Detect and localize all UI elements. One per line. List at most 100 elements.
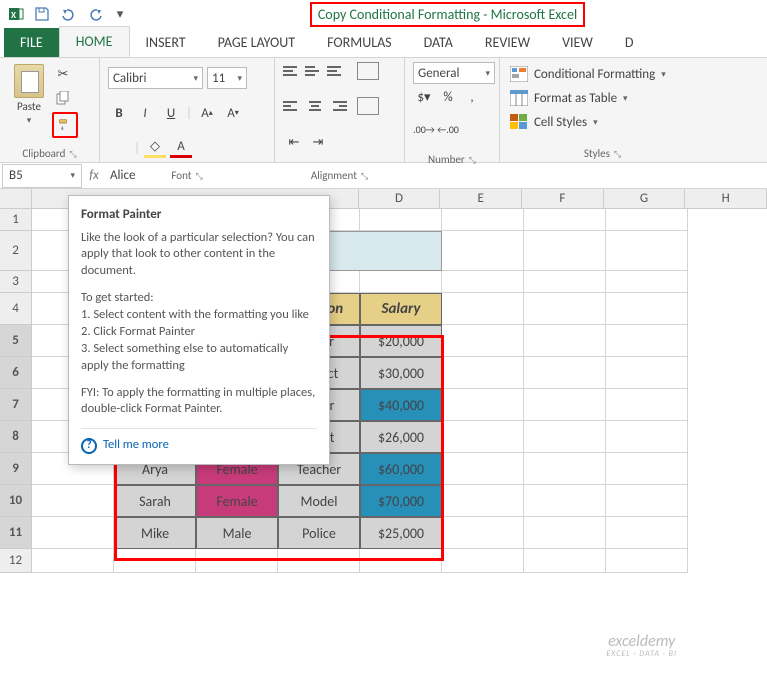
table-cell[interactable]: Mike <box>114 517 196 549</box>
number-format-select[interactable]: General▾ <box>413 62 495 84</box>
window-title: Copy Conditional Formatting - Microsoft … <box>136 6 759 23</box>
tab-formulas[interactable]: FORMULAS <box>311 28 408 57</box>
font-color-button[interactable]: A <box>170 138 192 158</box>
cell-styles-icon <box>510 114 528 130</box>
italic-button[interactable]: I <box>134 103 156 123</box>
group-label-styles: Styles <box>510 147 695 160</box>
watermark: exceldemy EXCEL · DATA · BI <box>606 633 677 659</box>
group-font: Calibri▾ 11▾ B I U | A▴ A▾ | ◇ A Font <box>100 58 275 162</box>
undo-icon[interactable] <box>60 6 76 22</box>
table-cell[interactable]: Police <box>278 517 360 549</box>
row-header[interactable]: 11 <box>0 517 32 549</box>
tab-review[interactable]: REVIEW <box>469 28 546 57</box>
format-painter-button[interactable] <box>52 112 78 138</box>
align-right-button[interactable] <box>327 97 347 115</box>
excel-icon: X <box>8 6 24 22</box>
cut-icon[interactable]: ✂ <box>52 64 74 84</box>
table-cell[interactable]: $70,000 <box>360 485 442 517</box>
cell-styles-button[interactable]: Cell Styles▾ <box>510 110 695 134</box>
font-size-select[interactable]: 11▾ <box>207 67 247 89</box>
save-icon[interactable] <box>34 6 50 22</box>
chevron-down-icon: ▾ <box>27 115 32 126</box>
align-middle-button[interactable] <box>305 62 325 80</box>
qat-more-icon[interactable]: ▾ <box>112 6 128 22</box>
decrease-decimal-button[interactable]: ←.00 <box>437 119 459 139</box>
row-header[interactable]: 3 <box>0 271 32 293</box>
table-cell[interactable]: Female <box>196 485 278 517</box>
tab-insert[interactable]: INSERT <box>130 28 202 57</box>
row-header[interactable]: 6 <box>0 357 32 389</box>
row-header[interactable]: 5 <box>0 325 32 357</box>
format-as-table-button[interactable]: Format as Table▾ <box>510 86 695 110</box>
row-header[interactable]: 9 <box>0 453 32 485</box>
table-cell[interactable]: $30,000 <box>360 357 442 389</box>
group-number: General▾ $▾ % , .00→ ←.00 Number <box>405 58 500 162</box>
column-header[interactable]: D <box>359 189 441 209</box>
borders-button[interactable] <box>108 138 130 158</box>
group-label-clipboard: Clipboard <box>8 147 91 160</box>
format-as-table-icon <box>510 90 528 106</box>
fx-icon[interactable]: fx <box>84 168 104 183</box>
row-header[interactable]: 2 <box>0 231 32 271</box>
row-header[interactable]: 7 <box>0 389 32 421</box>
row-header[interactable]: 10 <box>0 485 32 517</box>
redo-icon[interactable] <box>86 6 102 22</box>
merge-center-button[interactable] <box>357 97 379 115</box>
font-name-select[interactable]: Calibri▾ <box>108 67 203 89</box>
table-cell[interactable]: $20,000 <box>360 325 442 357</box>
table-cell[interactable]: $26,000 <box>360 421 442 453</box>
grow-font-button[interactable]: A▴ <box>196 103 218 123</box>
underline-button[interactable]: U <box>160 103 182 123</box>
column-header[interactable]: G <box>604 189 686 209</box>
tooltip-text: Like the look of a particular selection?… <box>81 230 317 281</box>
row-header[interactable]: 8 <box>0 421 32 453</box>
align-top-button[interactable] <box>283 62 303 80</box>
tab-file[interactable]: FILE <box>4 28 59 57</box>
column-header[interactable]: H <box>685 189 767 209</box>
table-cell[interactable]: Male <box>196 517 278 549</box>
align-left-button[interactable] <box>283 97 303 115</box>
column-header[interactable]: E <box>440 189 522 209</box>
fill-color-button[interactable]: ◇ <box>144 138 166 158</box>
increase-decimal-button[interactable]: .00→ <box>413 119 435 139</box>
align-center-button[interactable] <box>305 97 325 115</box>
tooltip-text: To get started:1. Select content with th… <box>81 290 317 374</box>
table-cell[interactable]: $25,000 <box>360 517 442 549</box>
row-header[interactable]: 12 <box>0 549 32 573</box>
table-cell[interactable]: $40,000 <box>360 389 442 421</box>
tab-data[interactable]: DATA <box>408 28 469 57</box>
select-all-corner[interactable] <box>0 189 32 209</box>
row-header[interactable]: 4 <box>0 293 32 325</box>
increase-indent-button[interactable]: ⇥ <box>307 132 329 152</box>
shrink-font-button[interactable]: A▾ <box>222 103 244 123</box>
conditional-formatting-button[interactable]: Conditional Formatting▾ <box>510 62 695 86</box>
table-cell[interactable]: $60,000 <box>360 453 442 485</box>
currency-button[interactable]: $▾ <box>413 87 435 107</box>
align-bottom-button[interactable] <box>327 62 347 80</box>
comma-button[interactable]: , <box>461 87 483 107</box>
wrap-text-button[interactable] <box>357 62 379 80</box>
name-box[interactable]: B5▾ <box>2 164 82 188</box>
table-cell[interactable]: Model <box>278 485 360 517</box>
quick-access-toolbar: X ▾ <box>8 6 128 22</box>
title-bar: X ▾ Copy Conditional Formatting - Micros… <box>0 0 767 28</box>
tab-home[interactable]: HOME <box>59 26 130 57</box>
tooltip-title: Format Painter <box>81 206 317 224</box>
paste-button[interactable]: Paste ▾ <box>8 62 50 134</box>
copy-icon[interactable] <box>52 88 74 108</box>
tab-page-layout[interactable]: PAGE LAYOUT <box>202 28 311 57</box>
tab-view[interactable]: VIEW <box>546 28 609 57</box>
decrease-indent-button[interactable]: ⇤ <box>283 132 305 152</box>
table-cell[interactable]: Sarah <box>114 485 196 517</box>
tooltip-format-painter: Format Painter Like the look of a partic… <box>68 195 330 465</box>
table-header[interactable]: Salary <box>360 293 442 325</box>
tab-more[interactable]: D <box>609 28 650 57</box>
tooltip-text: FYI: To apply the formatting in multiple… <box>81 385 317 419</box>
column-header[interactable]: F <box>522 189 604 209</box>
percent-button[interactable]: % <box>437 87 459 107</box>
row-header[interactable]: 1 <box>0 209 32 231</box>
paste-label: Paste <box>17 100 41 113</box>
bold-button[interactable]: B <box>108 103 130 123</box>
conditional-formatting-icon <box>510 66 528 82</box>
tell-me-more-link[interactable]: ?Tell me more <box>81 428 317 454</box>
